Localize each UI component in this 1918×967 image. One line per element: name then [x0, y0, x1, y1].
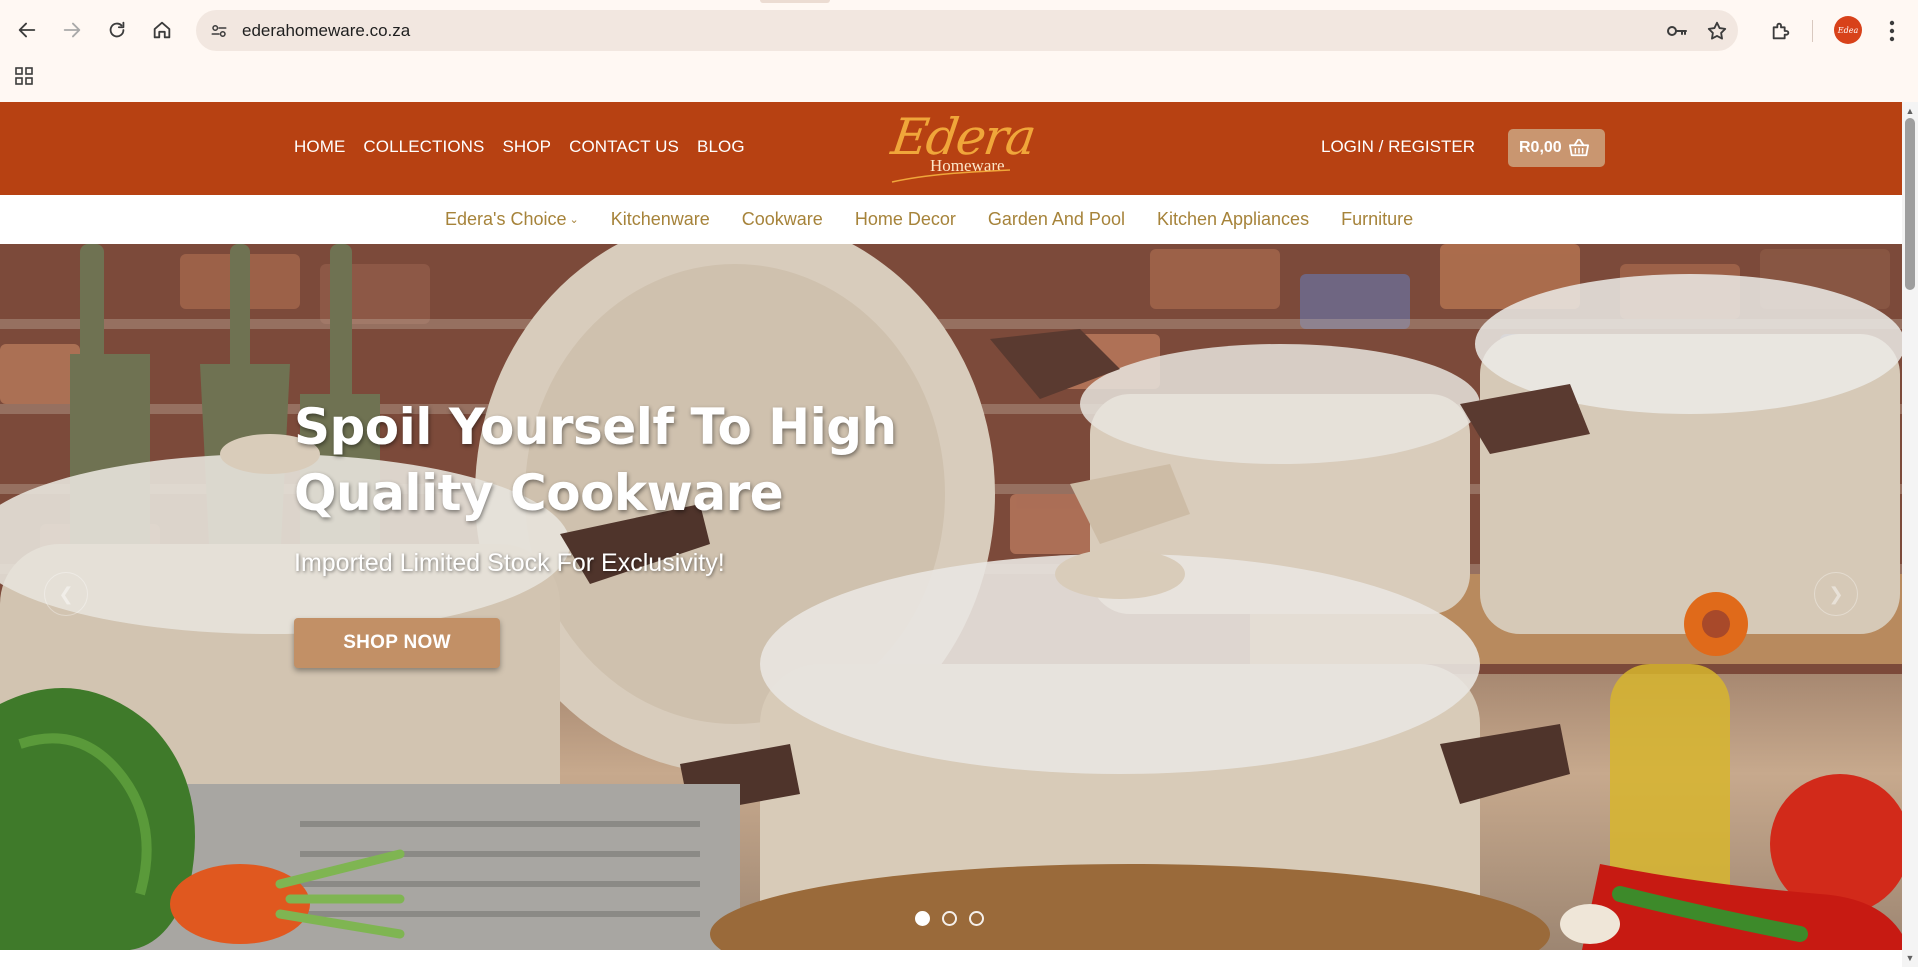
nav-home[interactable]: HOME	[294, 137, 345, 157]
nav-shop[interactable]: SHOP	[502, 137, 551, 157]
chevron-left-icon: ❮	[58, 583, 74, 604]
slider-dot-1[interactable]	[915, 911, 930, 926]
extensions-button[interactable]	[1764, 14, 1798, 48]
category-label: Furniture	[1341, 209, 1414, 229]
category-ederas-choice[interactable]: Edera's Choice ⌄	[445, 209, 579, 230]
category-label: Home Decor	[854, 209, 956, 229]
hero-background-image	[0, 244, 1902, 950]
scroll-down-arrow-icon[interactable]: ▼	[1905, 953, 1915, 963]
logo-swoosh	[891, 169, 1011, 183]
slider-dot-2[interactable]	[942, 911, 957, 926]
password-key-icon	[1667, 26, 1687, 36]
login-register-link[interactable]: LOGIN / REGISTER	[1321, 137, 1475, 157]
nav-collections[interactable]: COLLECTIONS	[363, 137, 484, 157]
site-info-icon	[211, 25, 227, 37]
basket-icon	[1568, 138, 1589, 157]
url-text[interactable]: ederahomeware.co.za	[242, 21, 410, 41]
category-label: Garden And Pool	[987, 209, 1125, 229]
back-button[interactable]	[9, 12, 45, 48]
password-key-button[interactable]	[1664, 18, 1690, 44]
category-kitchenware[interactable]: Kitchenware	[611, 209, 710, 230]
page-scrollbar[interactable]: ▲ ▼	[1902, 102, 1918, 967]
profile-initials: Edea	[1837, 25, 1859, 35]
category-garden-and-pool[interactable]: Garden And Pool	[988, 209, 1125, 230]
chevron-down-icon: ⌄	[569, 214, 579, 226]
nav-contact-us[interactable]: CONTACT US	[569, 137, 679, 157]
cart-total: R0,00	[1519, 139, 1562, 156]
hero-subtitle: Imported Limited Stock For Exclusivity!	[294, 549, 725, 577]
scrollbar-thumb[interactable]	[1905, 118, 1915, 290]
site-info-button[interactable]	[204, 16, 234, 46]
reload-icon	[109, 21, 125, 38]
category-label: Kitchenware	[610, 209, 710, 229]
forward-arrow-icon	[63, 22, 81, 38]
apps-button[interactable]	[12, 64, 36, 88]
kebab-menu-icon	[1889, 20, 1895, 42]
home-icon	[153, 21, 171, 39]
hero-title: Spoil Yourself To High Quality Cookware	[294, 398, 897, 522]
reload-button[interactable]	[99, 12, 135, 48]
tab-strip-accent	[760, 0, 830, 3]
cart-button[interactable]: R0,00	[1508, 129, 1605, 167]
browser-chrome: ederahomeware.co.za Edea	[0, 0, 1918, 102]
back-arrow-icon	[18, 22, 36, 38]
forward-button[interactable]	[54, 12, 90, 48]
shop-now-button[interactable]: SHOP NOW	[294, 618, 500, 668]
site-header: HOME COLLECTIONS SHOP CONTACT US BLOG Ed…	[0, 102, 1902, 195]
bookmark-button[interactable]	[1704, 18, 1730, 44]
category-label: Kitchen Appliances	[1156, 209, 1310, 229]
bookmark-star-icon	[1707, 21, 1727, 40]
chevron-right-icon: ❯	[1828, 583, 1844, 604]
hero-slider: Spoil Yourself To High Quality Cookware …	[0, 244, 1902, 950]
profile-avatar[interactable]: Edea	[1834, 16, 1862, 44]
slider-prev-button[interactable]: ❮	[44, 572, 88, 616]
category-list: Edera's Choice ⌄ Kitchenware Cookware Hom…	[445, 209, 1445, 230]
address-bar[interactable]: ederahomeware.co.za	[196, 10, 1738, 51]
category-label: Edera's Choice	[445, 209, 567, 229]
category-furniture[interactable]: Furniture	[1341, 209, 1413, 230]
scroll-up-arrow-icon[interactable]: ▲	[1905, 106, 1915, 116]
nav-blog[interactable]: BLOG	[697, 137, 745, 157]
category-bar: Edera's Choice ⌄ Kitchenware Cookware Hom…	[0, 195, 1902, 244]
slider-dots	[915, 911, 984, 926]
category-label: Cookware	[741, 209, 823, 229]
toolbar-divider	[1812, 20, 1813, 42]
slider-dot-3[interactable]	[969, 911, 984, 926]
category-home-decor[interactable]: Home Decor	[855, 209, 956, 230]
slider-next-button[interactable]: ❯	[1814, 572, 1858, 616]
category-kitchen-appliances[interactable]: Kitchen Appliances	[1157, 209, 1309, 230]
apps-grid-icon	[15, 67, 33, 85]
browser-menu-button[interactable]	[1880, 14, 1904, 48]
main-nav: HOME COLLECTIONS SHOP CONTACT US BLOG	[294, 137, 763, 157]
category-cookware[interactable]: Cookware	[742, 209, 823, 230]
home-button[interactable]	[144, 12, 180, 48]
extensions-puzzle-icon	[1772, 22, 1790, 40]
site-logo[interactable]: Edera Homeware	[888, 108, 1038, 188]
